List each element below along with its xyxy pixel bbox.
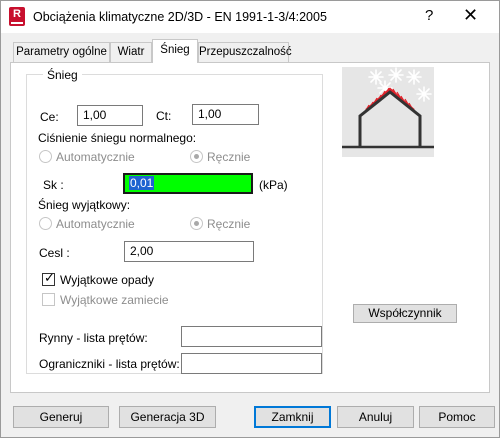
sk-value-selected: 0,01 <box>129 176 155 190</box>
gutters-label: Rynny - lista prętów: <box>39 331 148 345</box>
dialog-window: R Obciążenia klimatyczne 2D/3D - EN 1991… <box>0 0 500 438</box>
app-logo-icon: R <box>9 7 25 26</box>
exceptional-auto-label: Automatycznie <box>56 217 135 231</box>
sk-unit-label: (kPa) <box>259 178 288 192</box>
help-button[interactable]: Pomoc <box>419 406 495 428</box>
sk-label: Sk : <box>43 178 64 192</box>
tab-general-parameters[interactable]: Parametry ogólne <box>13 42 110 62</box>
close-button[interactable]: Zamknij <box>254 406 331 428</box>
limiters-bar-list-input[interactable] <box>181 353 322 374</box>
help-icon[interactable]: ? <box>425 7 433 24</box>
normal-auto-label: Automatycznie <box>56 150 135 164</box>
sk-input[interactable]: 0,01 <box>123 173 253 194</box>
tab-snow[interactable]: Śnieg <box>152 39 198 63</box>
exceptional-snow-label: Śnieg wyjątkowy: <box>38 198 131 212</box>
cesl-input[interactable]: 2,00 <box>124 241 254 262</box>
ct-label: Ct: <box>156 109 172 123</box>
normal-auto-radio[interactable] <box>39 150 52 163</box>
limiters-label: Ograniczniki - lista prętów: <box>39 357 180 371</box>
exceptional-manual-label: Ręcznie <box>207 217 251 231</box>
window-title: Obciążenia klimatyczne 2D/3D - EN 1991-1… <box>33 10 327 24</box>
exceptional-auto-radio[interactable] <box>39 217 52 230</box>
coefficient-button[interactable]: Współczynnik <box>353 304 457 323</box>
normal-manual-label: Ręcznie <box>207 150 251 164</box>
generate-button[interactable]: Generuj <box>13 406 109 428</box>
close-icon[interactable]: ✕ <box>463 5 478 26</box>
ce-label: Ce: <box>40 110 59 124</box>
tab-wind[interactable]: Wiatr <box>110 42 152 62</box>
title-bar: R Obciążenia klimatyczne 2D/3D - EN 1991… <box>1 1 499 33</box>
ce-input[interactable]: 1,00 <box>77 105 143 126</box>
snow-group-legend: Śnieg <box>43 68 82 82</box>
cancel-button[interactable]: Anuluj <box>337 406 414 428</box>
exceptional-falls-label: Wyjątkowe opady <box>60 273 154 287</box>
normal-manual-radio[interactable] <box>190 150 203 163</box>
exceptional-drifts-checkbox[interactable] <box>42 293 55 306</box>
normal-pressure-label: Ciśnienie śniegu normalnego: <box>38 131 197 145</box>
gutters-bar-list-input[interactable] <box>181 326 322 347</box>
exceptional-manual-radio[interactable] <box>190 217 203 230</box>
exceptional-drifts-label: Wyjątkowe zamiecie <box>60 293 169 307</box>
generate-3d-button[interactable]: Generacja 3D <box>119 406 216 428</box>
ct-input[interactable]: 1,00 <box>192 104 259 125</box>
tab-permeability[interactable]: Przepuszczalność <box>198 42 292 62</box>
cesl-label: Cesl : <box>39 246 70 260</box>
snow-load-house-illustration <box>342 67 434 157</box>
checkmark-icon: ✓ <box>44 270 55 285</box>
exceptional-falls-checkbox[interactable]: ✓ <box>42 270 55 286</box>
